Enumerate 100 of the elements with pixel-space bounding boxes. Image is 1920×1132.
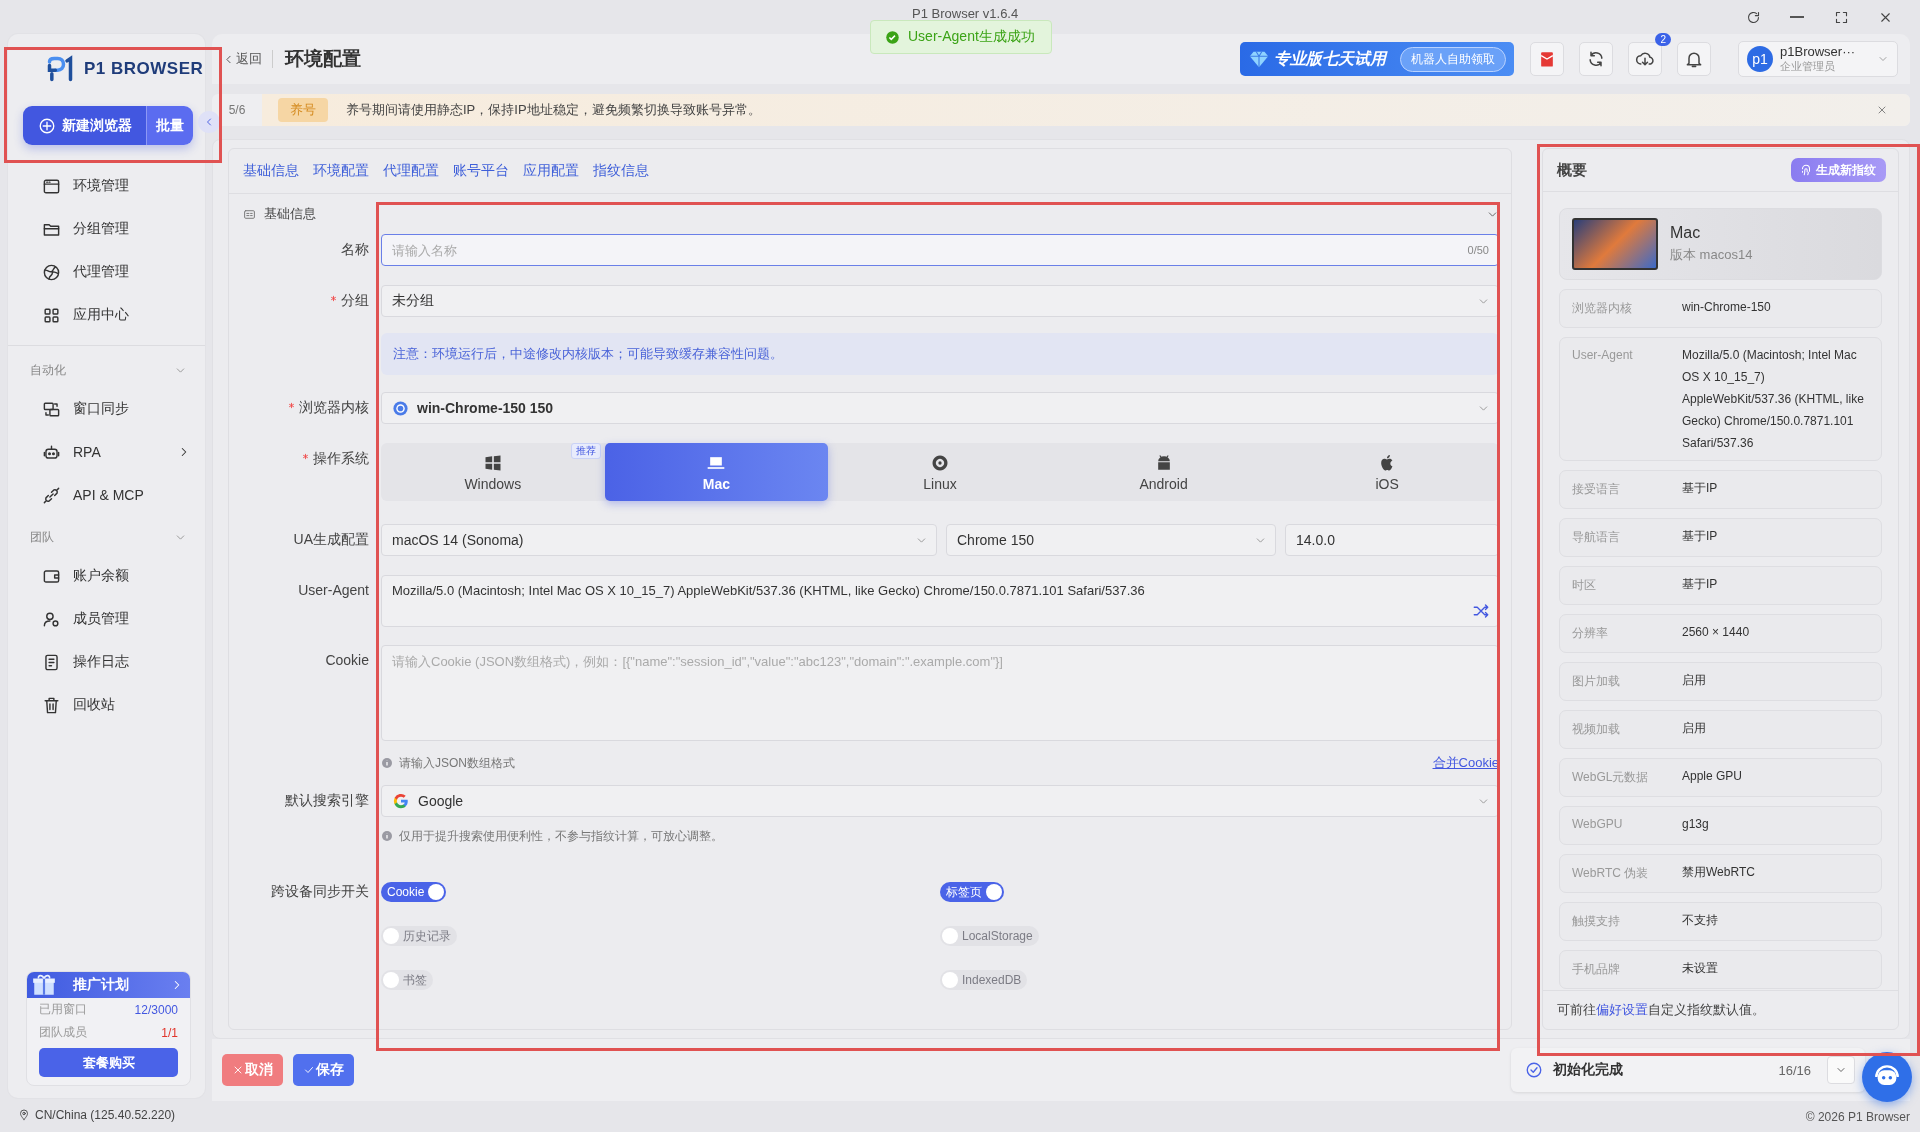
section-tab[interactable]: 基础信息	[243, 162, 299, 180]
nav-item[interactable]: 操作日志	[42, 644, 193, 680]
summary-value: 启用	[1682, 720, 1707, 737]
section-tab[interactable]: 环境配置	[313, 162, 369, 180]
nav-item[interactable]: 窗口同步	[42, 391, 193, 427]
summary-label: 导航语言	[1572, 529, 1621, 546]
logo-icon	[46, 55, 74, 83]
os-option[interactable]: Android	[1051, 443, 1276, 501]
nav-item[interactable]: 环境管理	[42, 168, 193, 204]
field-label: Cookie	[325, 652, 369, 668]
summary-value: 2560 × 1440	[1682, 624, 1751, 641]
envelope-button[interactable]	[1530, 42, 1564, 76]
merge-cookie-link[interactable]: 合并Cookie	[1432, 754, 1499, 772]
nav-item[interactable]: 应用中心	[42, 297, 193, 333]
group-select[interactable]: 未分组	[381, 285, 1499, 317]
footer-note: 可前往偏好设置自定义指纹默认值。	[1557, 1001, 1765, 1019]
notice-counter: 5/6	[227, 103, 247, 117]
save-button[interactable]: 保存	[293, 1054, 354, 1086]
count-badge: 2	[1655, 33, 1671, 46]
char-counter: 0/50	[1467, 244, 1489, 256]
user-agent-field[interactable]: Mozilla/5.0 (Macintosh; Intel Mac OS X 10_15_7) AppleWebKit/537.36 (KHTML, like Gecko) Chrome/150.0.7871.101 Safari/537.36	[381, 575, 1499, 627]
clipboard-icon	[42, 652, 61, 672]
hint-text: 请输入JSON数组格式	[399, 754, 515, 772]
logo-text: P1 BROWSER	[84, 59, 204, 79]
grid-icon	[42, 305, 61, 325]
nav-item[interactable]: 账户余额	[42, 558, 193, 594]
os-option[interactable]: Windows 推荐	[381, 443, 605, 501]
success-icon	[885, 29, 900, 45]
toggle-switch[interactable]: 标签页	[940, 882, 1004, 902]
section-tab[interactable]: 代理配置	[383, 162, 439, 180]
nav-item[interactable]: 成员管理	[42, 601, 193, 637]
shuffle-button[interactable]	[1472, 602, 1490, 620]
field-label: 跨设备同步开关	[271, 883, 369, 901]
search-engine-select[interactable]: Google	[381, 785, 1499, 817]
g-logo-icon	[392, 792, 410, 810]
back-link[interactable]: 返回	[222, 50, 262, 68]
field-label: 名称	[341, 241, 369, 259]
summary-value: 基于IP	[1682, 576, 1719, 593]
section-title: 基础信息	[264, 205, 316, 223]
cookie-field[interactable]: 请输入Cookie (JSON数组格式)，例如：[{"name":"session_id","value":"abc123","domain":".example.com"}]	[381, 645, 1499, 741]
preferences-link[interactable]: 偏好设置	[1596, 1002, 1648, 1017]
summary-label: 视频加载	[1572, 721, 1621, 738]
warning-note: 注意：环境运行后，中途修改内核版本；可能导致缓存兼容性问题。	[381, 333, 1499, 375]
os-option[interactable]: Mac	[604, 443, 829, 501]
buy-plan-button[interactable]: 套餐购买	[39, 1048, 178, 1077]
section-tab[interactable]: 应用配置	[523, 162, 579, 180]
trial-banner-button[interactable]: 专业版七天试用 机器人自助领取	[1240, 42, 1514, 76]
stat-value: 12/3000	[134, 1002, 178, 1017]
summary-value: win-Chrome-150	[1682, 299, 1772, 316]
notification-button[interactable]	[1677, 42, 1711, 76]
plus-circle-icon	[37, 116, 56, 135]
batch-button[interactable]: 批量	[146, 106, 193, 145]
info-icon	[381, 757, 393, 769]
download-button[interactable]	[1628, 42, 1662, 76]
browser-logo-icon	[392, 399, 409, 417]
summary-label: 手机品牌	[1572, 961, 1621, 978]
toast-text: User-Agent生成成功	[908, 28, 1035, 46]
new-browser-button[interactable]: 新建浏览器	[23, 106, 146, 145]
check-circle-icon	[1525, 1061, 1543, 1079]
kernel-select[interactable]: win-Chrome-150 150	[381, 392, 1499, 424]
toggle-switch[interactable]: Cookie	[381, 882, 447, 902]
minimize-icon	[1790, 16, 1804, 18]
browser-version-select[interactable]: Chrome 150	[946, 524, 1276, 556]
notice-text: 养号期间请使用静态IP，保持IP地址稳定，避免频繁切换导致账号异常。	[346, 101, 761, 119]
recommended-badge: 推荐	[570, 443, 601, 459]
location-text: CN/China (125.40.52.220)	[35, 1108, 176, 1122]
progress-count: 16/16	[1778, 1062, 1811, 1078]
nav-item[interactable]: 回收站	[42, 687, 193, 723]
id-card-icon	[243, 207, 256, 221]
sync-button[interactable]	[1579, 42, 1613, 76]
nav-item[interactable]: 分组管理	[42, 211, 193, 247]
summary-label: 图片加载	[1572, 673, 1621, 690]
version-field[interactable]: 14.0.0	[1285, 524, 1499, 556]
section-tab[interactable]: 指纹信息	[593, 162, 649, 180]
os-option[interactable]: iOS	[1275, 443, 1499, 501]
summary-label: 接受语言	[1572, 481, 1621, 498]
fingerprint-icon	[1799, 163, 1813, 177]
stat-label: 团队成员	[39, 1024, 87, 1041]
os-option[interactable]: Linux	[828, 443, 1052, 501]
section-title: 团队	[30, 528, 55, 546]
device-name: Mac	[1670, 224, 1702, 242]
summary-value: 基于IP	[1682, 528, 1719, 545]
nav-item[interactable]: 代理管理	[42, 254, 193, 290]
section-tab[interactable]: 账号平台	[453, 162, 509, 180]
summary-value: Apple GPU	[1682, 768, 1744, 785]
robot-icon	[42, 442, 61, 462]
summary-value: Mozilla/5.0 (Macintosh; Intel Mac OS X 10_15_7) AppleWebKit/537.36 (KHTML, like Gecko) Chrome/150.0.7871.101 Safari/537.36	[1682, 347, 1865, 452]
collapse-button[interactable]	[198, 111, 220, 133]
panel-title: 概要	[1557, 160, 1587, 180]
stat-value: 1/1	[161, 1025, 178, 1040]
refresh-icon	[1745, 9, 1761, 25]
stat-label: 已用窗口	[39, 1001, 87, 1018]
nav-item[interactable]: RPA	[42, 434, 193, 470]
field-label: 浏览器内核	[299, 399, 369, 417]
summary-label: 触摸支持	[1572, 913, 1621, 930]
window-title: P1 Browser v1.6.4	[912, 6, 1019, 21]
os-version-select[interactable]: macOS 14 (Sonoma)	[381, 524, 937, 556]
summary-label: User-Agent	[1572, 348, 1634, 362]
status-text: 初始化完成	[1553, 1061, 1623, 1079]
nav-item[interactable]: API & MCP	[42, 477, 193, 513]
